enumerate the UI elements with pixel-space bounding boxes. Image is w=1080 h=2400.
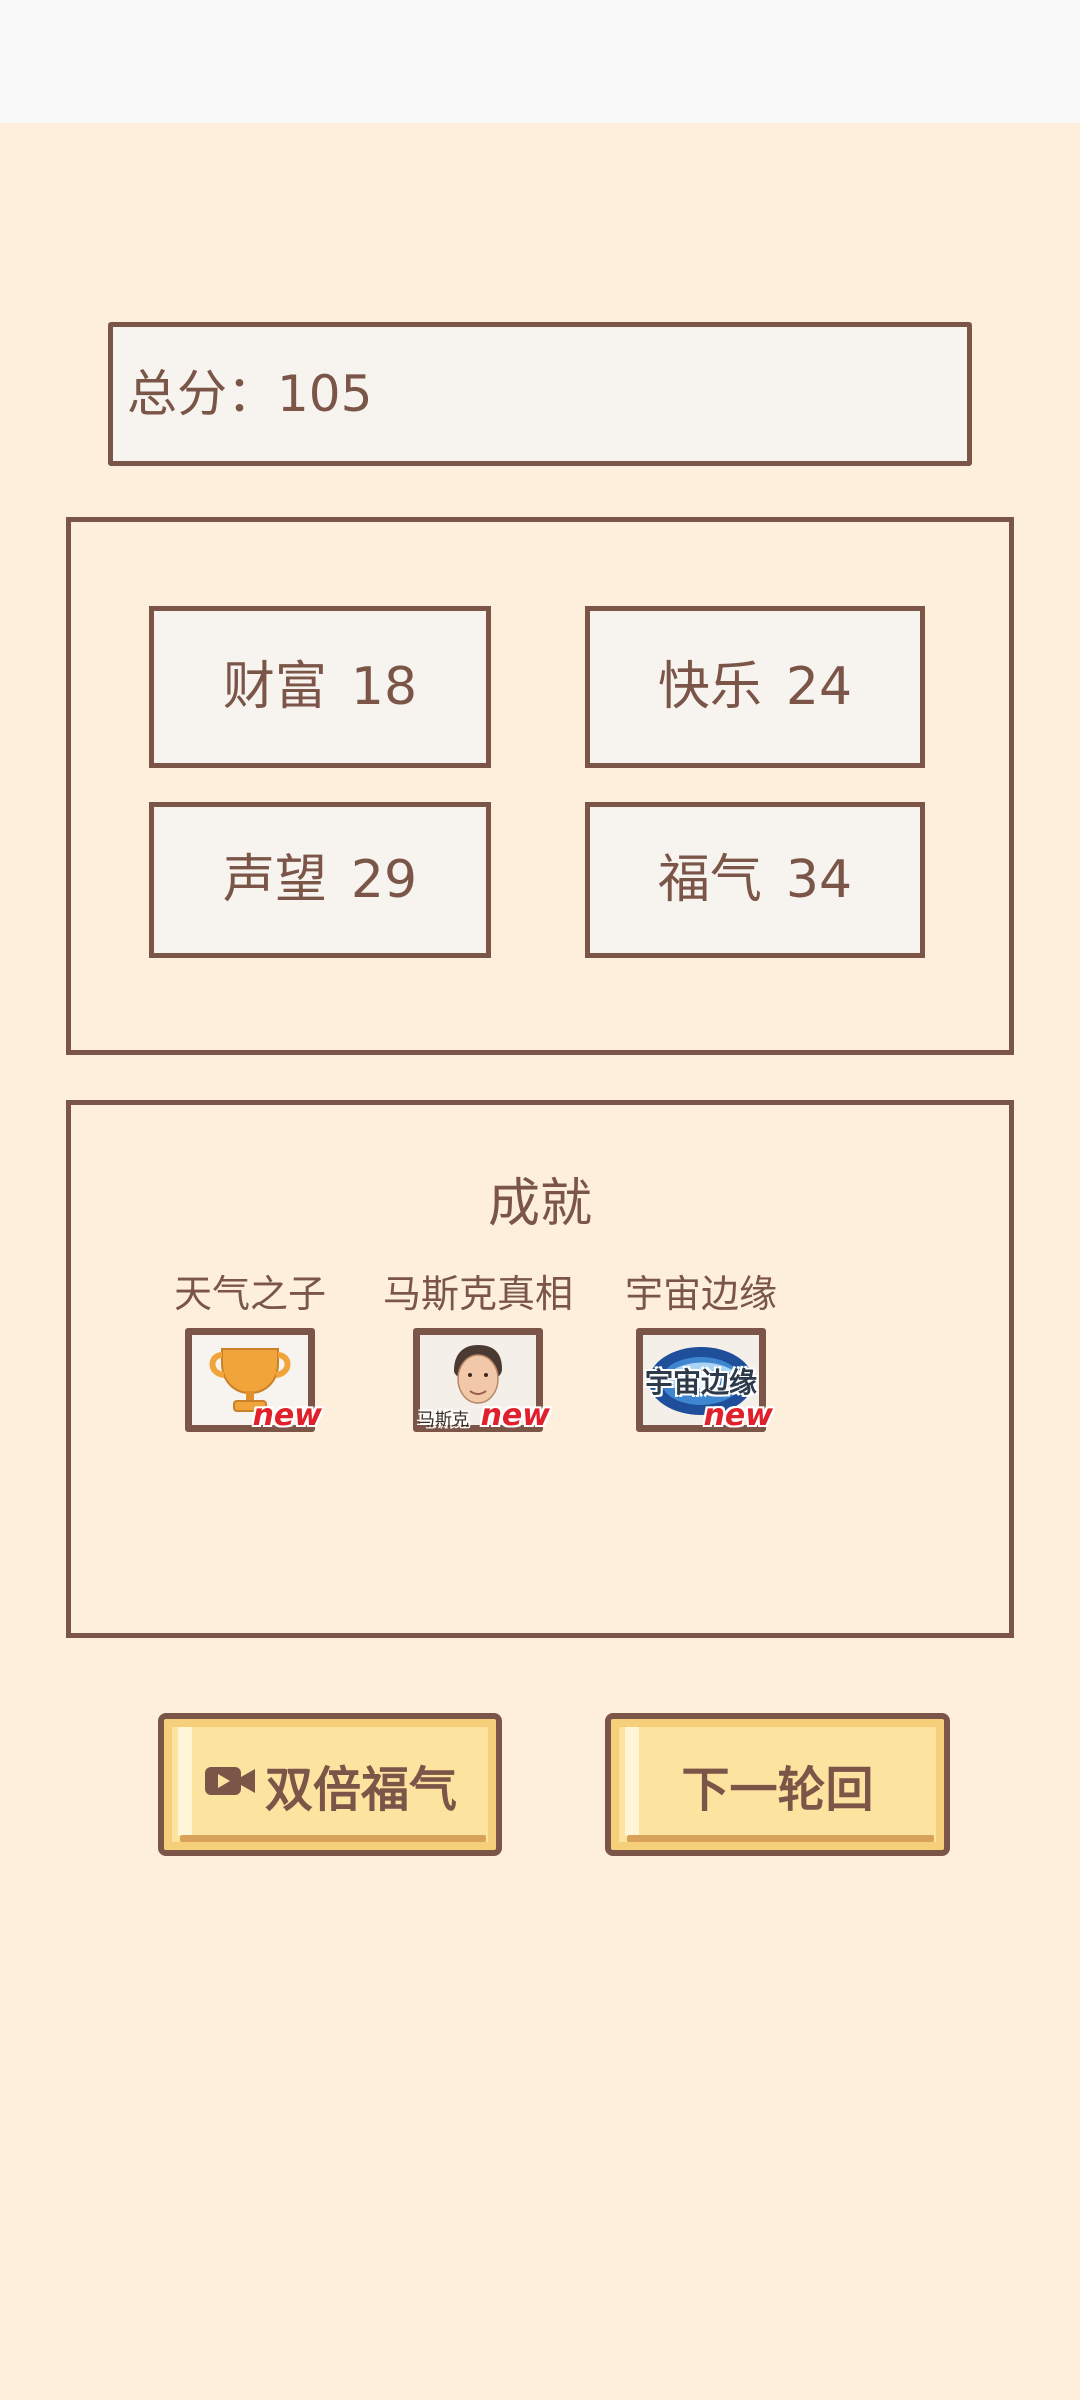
stat-value: 29 (350, 850, 418, 910)
video-camera-icon (203, 1757, 259, 1813)
status-bar (0, 0, 1080, 123)
achievement-label: 天气之子 (173, 1272, 326, 1316)
stat-value: 24 (785, 657, 853, 717)
stat-name: 快乐 (657, 657, 762, 717)
double-fortune-button[interactable]: 双倍福气 (158, 1713, 502, 1856)
stat-name: 福气 (657, 850, 762, 910)
galaxy-icon: 宇宙边缘 new (636, 1328, 773, 1433)
achievements-panel: 成就 天气之子 new 马斯克真相 马斯克 new 宇宙边缘 宇宙边缘 new (66, 1100, 1014, 1638)
trophy-icon: new (185, 1328, 322, 1433)
achievement-label: 宇宙边缘 (624, 1272, 777, 1316)
achievement-item[interactable]: 天气之子 new (150, 1263, 350, 1433)
new-badge: new (252, 1398, 322, 1433)
next-round-button[interactable]: 下一轮回 (605, 1713, 950, 1856)
stat-value: 34 (785, 850, 853, 910)
stat-name: 财富 (222, 657, 327, 717)
stats-panel: 财富 18 快乐 24 声望 29 福气 34 (66, 517, 1014, 1055)
stat-name: 声望 (222, 850, 327, 910)
next-round-label: 下一轮回 (681, 1761, 874, 1818)
stat-wealth: 财富 18 (149, 606, 491, 768)
stat-value: 18 (350, 657, 418, 717)
new-badge: new (703, 1398, 773, 1433)
new-badge: new (480, 1398, 550, 1433)
total-score-value: 105 (277, 365, 373, 423)
stat-prestige: 声望 29 (149, 802, 491, 958)
total-score-label: 总分： (127, 365, 277, 423)
total-score: 总分：105 (127, 327, 372, 461)
portrait-icon: 马斯克 new (413, 1328, 550, 1433)
portrait-caption: 马斯克 (418, 1410, 469, 1430)
stat-fortune: 福气 34 (585, 802, 925, 958)
stat-happiness: 快乐 24 (585, 606, 925, 768)
double-fortune-content: 双倍福气 (164, 1719, 496, 1850)
achievements-title: 成就 (487, 1174, 592, 1234)
double-fortune-label: 双倍福气 (264, 1761, 457, 1818)
total-score-box: 总分：105 (108, 322, 972, 466)
achievement-label: 马斯克真相 (382, 1272, 573, 1316)
achievement-item[interactable]: 马斯克真相 马斯克 new (378, 1263, 578, 1433)
achievement-item[interactable]: 宇宙边缘 宇宙边缘 new (601, 1263, 801, 1433)
galaxy-caption: 宇宙边缘 (644, 1366, 757, 1399)
